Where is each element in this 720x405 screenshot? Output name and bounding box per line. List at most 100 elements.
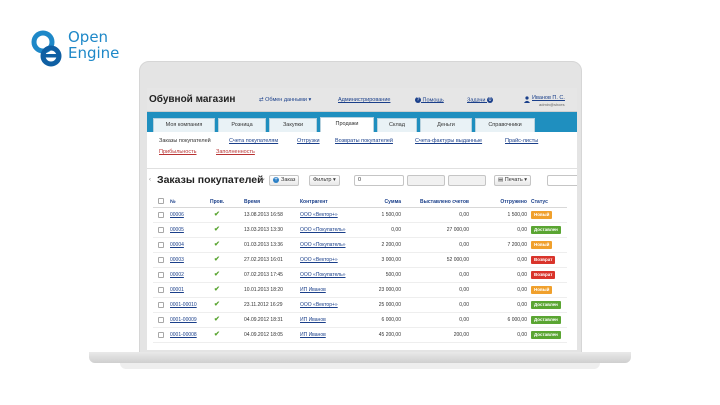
table-row[interactable]: 00002 ✔ 07.02.2013 17:45 ООО «Покупатель… <box>153 268 567 283</box>
col-number[interactable]: № <box>170 199 176 205</box>
subnav-profitability[interactable]: Прибыльность <box>159 149 197 155</box>
admin-link[interactable]: Администрирование <box>338 97 390 103</box>
tab-money[interactable]: Деньги <box>420 118 472 132</box>
table-row[interactable]: 00003 ✔ 27.02.2013 16:01 ООО «Вектор+» 3… <box>153 253 567 268</box>
order-sum: 6 000,00 <box>381 317 401 323</box>
subnav-customer-invoices[interactable]: Счета покупателям <box>229 138 278 144</box>
counterparty-link[interactable]: ООО «Вектор+» <box>300 302 338 308</box>
subnav-price-lists[interactable]: Прайс-листы <box>505 138 538 144</box>
subnav-issued-invoices[interactable]: Счета-фактуры выданные <box>415 138 482 144</box>
logo-text: Open Engine <box>68 30 119 62</box>
counterparty-link[interactable]: ООО «Покупатель» <box>300 227 346 233</box>
print-button[interactable]: ▤ Печать ▾ <box>494 175 532 186</box>
order-number-link[interactable]: 00003 <box>170 257 184 263</box>
user-name-link[interactable]: Иванов П. С. <box>532 95 565 101</box>
col-sum[interactable]: Сумма <box>385 199 401 205</box>
plus-icon: + <box>273 176 279 183</box>
row-checkbox[interactable] <box>158 242 164 248</box>
col-counterparty[interactable]: Контрагент <box>300 199 328 205</box>
tab-retail[interactable]: Розница <box>218 118 266 132</box>
row-checkbox[interactable] <box>158 212 164 218</box>
refresh-icon[interactable]: ⟳ <box>259 176 265 184</box>
counterparty-link[interactable]: ООО «Вектор+» <box>300 212 338 218</box>
row-checkbox[interactable] <box>158 287 164 293</box>
table-row[interactable]: 00004 ✔ 01.03.2013 13:36 ООО «Покупатель… <box>153 238 567 253</box>
order-number-link[interactable]: 00005 <box>170 227 184 233</box>
period-field[interactable]: 0 <box>354 175 404 186</box>
order-sum: 0,00 <box>391 227 401 233</box>
table-row[interactable]: 0001-00009 ✔ 04.09.2012 18:31 ИП Иванов … <box>153 313 567 328</box>
counterparty-link[interactable]: ИП Иванов <box>300 332 326 338</box>
subnav-customer-returns[interactable]: Возвраты покупателей <box>335 138 393 144</box>
exchange-menu[interactable]: ⇄ Обмен данными ▾ <box>259 97 311 103</box>
add-order-button[interactable]: + Заказ <box>269 175 300 186</box>
row-checkbox[interactable] <box>158 332 164 338</box>
status-badge: Новый <box>531 286 553 294</box>
order-sum: 500,00 <box>385 272 401 278</box>
help-link[interactable]: ? Помощь <box>415 97 444 103</box>
table-row[interactable]: 00001 ✔ 10.01.2013 18:20 ИП Иванов 23 00… <box>153 283 567 298</box>
col-status[interactable]: Статус <box>531 199 548 205</box>
tab-my-company[interactable]: Моя компания <box>153 118 215 132</box>
status-badge: Новый <box>531 211 553 219</box>
posted-check-icon: ✔ <box>214 331 220 338</box>
order-shipped: 0,00 <box>517 227 527 233</box>
tab-sales[interactable]: Продажи <box>320 117 374 132</box>
table-row[interactable]: 00005 ✔ 13.03.2013 13:30 ООО «Покупатель… <box>153 223 567 238</box>
order-number-link[interactable]: 0001-00008 <box>170 332 197 338</box>
counterparty-link[interactable]: ООО «Покупатель» <box>300 242 346 248</box>
tasks-link[interactable]: Задачи 0 <box>467 97 493 103</box>
order-invoiced: 0,00 <box>459 242 469 248</box>
add-order-label: Заказ <box>281 177 296 183</box>
row-checkbox[interactable] <box>158 272 164 278</box>
table-row[interactable]: 0001-00008 ✔ 04.09.2012 18:05 ИП Иванов … <box>153 328 567 343</box>
tab-warehouse[interactable]: Склад <box>377 118 417 132</box>
status-badge: Доставлен <box>531 226 561 234</box>
app-screen: Обувной магазин ⇄ Обмен данными ▾ Админи… <box>147 88 577 350</box>
subnav-fill-rate[interactable]: Заполненность <box>216 149 255 155</box>
order-number-link[interactable]: 00006 <box>170 212 184 218</box>
table-row[interactable]: 00006 ✔ 13.08.2013 16:58 ООО «Вектор+» 1… <box>153 208 567 223</box>
page-title: Заказы покупателей <box>157 174 264 186</box>
order-number-link[interactable]: 00002 <box>170 272 184 278</box>
order-shipped: 7 200,00 <box>507 242 527 248</box>
row-checkbox[interactable] <box>158 227 164 233</box>
row-checkbox[interactable] <box>158 257 164 263</box>
subnav-customer-orders[interactable]: Заказы покупателей <box>159 138 211 144</box>
posted-check-icon: ✔ <box>214 211 220 218</box>
order-number-link[interactable]: 00001 <box>170 287 184 293</box>
order-invoiced: 27 000,00 <box>446 227 469 233</box>
printer-icon: ▤ <box>498 177 504 183</box>
order-number-link[interactable]: 00004 <box>170 242 184 248</box>
tab-references[interactable]: Справочники <box>475 118 535 132</box>
subnav-shipments[interactable]: Отгрузки <box>297 138 320 144</box>
counterparty-link[interactable]: ИП Иванов <box>300 287 326 293</box>
filter-button[interactable]: Фильтр ▾ <box>309 175 340 186</box>
table-row[interactable]: 0001-00010 ✔ 23.11.2012 16:29 ООО «Векто… <box>153 298 567 313</box>
order-time: 23.11.2012 16:29 <box>244 302 283 308</box>
counterparty-link[interactable]: ООО «Покупатель» <box>300 272 346 278</box>
search-input[interactable] <box>547 175 577 186</box>
order-shipped: 0,00 <box>517 302 527 308</box>
tab-purchases[interactable]: Закупки <box>269 118 317 132</box>
collapse-toggle-icon[interactable]: ‹ <box>149 177 151 183</box>
order-number-link[interactable]: 0001-00010 <box>170 302 197 308</box>
posted-check-icon: ✔ <box>214 301 220 308</box>
col-shipped[interactable]: Отгружено <box>500 199 527 205</box>
counterparty-link[interactable]: ООО «Вектор+» <box>300 257 338 263</box>
row-checkbox[interactable] <box>158 302 164 308</box>
col-invoiced[interactable]: Выставлено счетов <box>420 199 469 205</box>
order-number-link[interactable]: 0001-00009 <box>170 317 197 323</box>
counterparty-link[interactable]: ИП Иванов <box>300 317 326 323</box>
order-time: 01.03.2013 13:36 <box>244 242 283 248</box>
posted-check-icon: ✔ <box>214 226 220 233</box>
col-time[interactable]: Время <box>244 199 260 205</box>
order-time: 13.08.2013 16:58 <box>244 212 283 218</box>
col-posted[interactable]: Пров. <box>210 199 224 205</box>
posted-check-icon: ✔ <box>214 316 220 323</box>
help-label: Помощь <box>422 97 444 104</box>
order-invoiced: 52 000,00 <box>446 257 469 263</box>
row-checkbox[interactable] <box>158 317 164 323</box>
app-header: Обувной магазин ⇄ Обмен данными ▾ Админи… <box>147 88 577 112</box>
select-all-checkbox[interactable] <box>158 198 164 204</box>
